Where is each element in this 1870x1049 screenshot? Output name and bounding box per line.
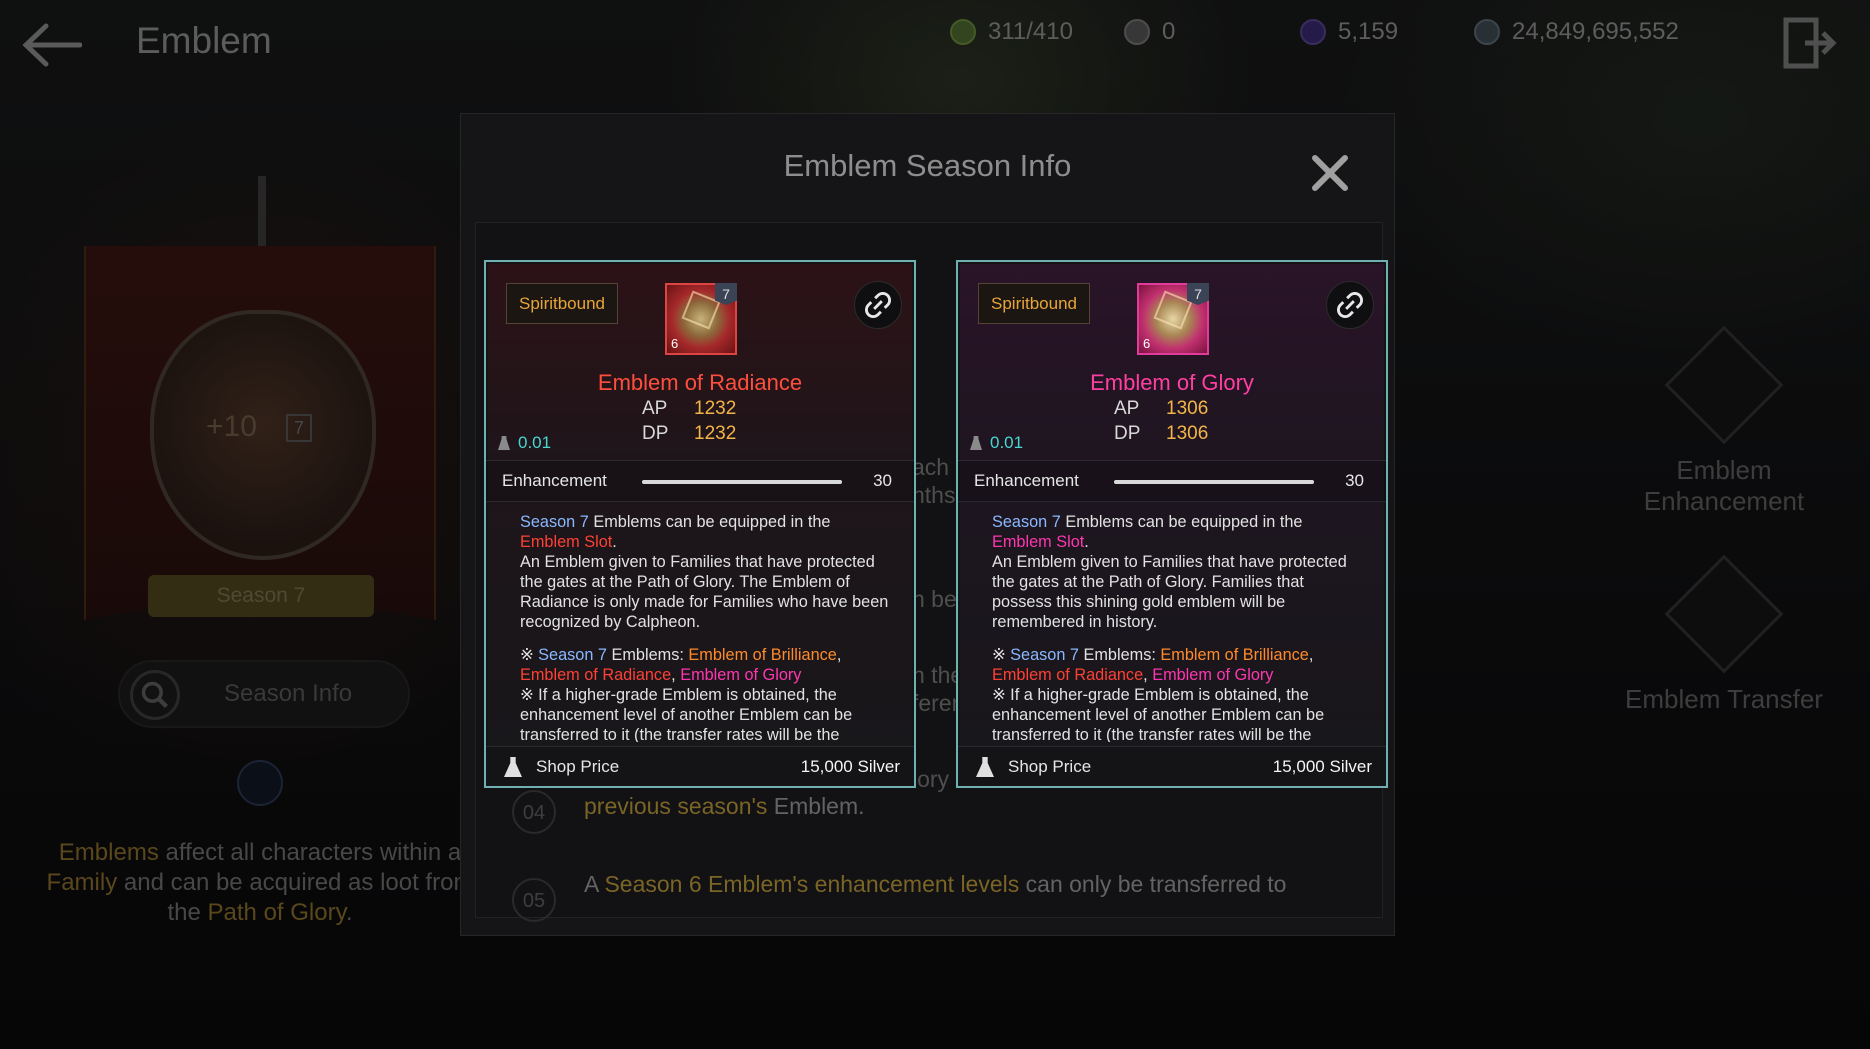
- enhancement-bar: [1114, 480, 1314, 484]
- emblem-description[interactable]: Season 7 Emblems can be equipped in the …: [992, 512, 1364, 742]
- desc-text: ,: [1308, 646, 1314, 664]
- dp-label: DP: [1114, 423, 1141, 444]
- desc-note: ※ If a higher-grade Emblem is obtained, …: [520, 686, 853, 742]
- note-mark: ※: [992, 646, 1011, 664]
- enhancement-fill: [1114, 480, 1314, 484]
- emblem-glory-link: Emblem of Glory: [1152, 666, 1274, 684]
- enhancement-label: Enhancement: [974, 471, 1079, 490]
- lock-level: 6: [671, 336, 679, 351]
- emblem-radiance-icon[interactable]: 7 6: [665, 283, 737, 355]
- dp-stat: DP 1306: [1114, 423, 1208, 445]
- desc-text: .: [1084, 533, 1089, 551]
- note-text: can only be transferred to: [1019, 871, 1287, 897]
- note-highlight: Season 6 Emblem's enhancement levels: [604, 871, 1020, 897]
- desc-season: Season 7: [520, 513, 589, 531]
- enhancement-bar: [642, 480, 842, 484]
- desc-text: ,: [671, 666, 681, 684]
- modal-title: Emblem Season Info: [783, 148, 1072, 183]
- desc-text: .: [612, 533, 617, 551]
- desc-season: Season 7: [992, 513, 1061, 531]
- enhancement-row: Enhancement 30: [958, 460, 1386, 502]
- shop-value: 15,000 Silver: [800, 757, 900, 776]
- ap-label: AP: [642, 398, 668, 419]
- emblem-brilliance-link: Emblem of Brilliance: [688, 646, 837, 664]
- weight: 0.01: [970, 433, 1023, 453]
- weight-value: 0.01: [990, 433, 1024, 452]
- desc-text: Emblems can be equipped in the: [1060, 513, 1303, 531]
- desc-text: Emblems:: [606, 646, 689, 664]
- desc-lore: An Emblem given to Families that have pr…: [520, 553, 889, 631]
- emblem-card-glory[interactable]: Spiritbound 7 6 Emblem of Glory AP 1306 D…: [956, 260, 1388, 788]
- background-note-fragment: n be: [912, 586, 957, 612]
- enhancement-fill: [642, 480, 842, 484]
- close-icon[interactable]: [1307, 150, 1353, 196]
- ap-value: 1232: [694, 398, 737, 419]
- desc-slot: Emblem Slot: [520, 533, 613, 551]
- dp-stat: DP 1232: [642, 423, 736, 445]
- dp-value: 1306: [1166, 423, 1209, 444]
- money-bag-icon: [976, 757, 994, 777]
- emblem-description[interactable]: Season 7 Emblems can be equipped in the …: [520, 512, 892, 742]
- desc-season: Season 7: [1010, 646, 1079, 664]
- emblem-star-icon: [681, 290, 721, 330]
- ap-value: 1306: [1166, 398, 1209, 419]
- link-icon[interactable]: [1326, 281, 1374, 329]
- enhancement-row: Enhancement 30: [486, 460, 914, 502]
- weight-icon: [498, 436, 510, 450]
- emblem-star-icon: [1153, 290, 1193, 330]
- shop-label: Shop Price: [536, 757, 620, 776]
- enhancement-value: 30: [1345, 471, 1364, 490]
- background-note-fragment: nths: [912, 482, 956, 508]
- note-highlight: previous season's: [584, 793, 768, 819]
- desc-text: ,: [1143, 666, 1153, 684]
- note-number: 05: [512, 878, 556, 922]
- desc-text: Emblems can be equipped in the: [588, 513, 831, 531]
- desc-season: Season 7: [538, 646, 607, 664]
- desc-slot: Emblem Slot: [992, 533, 1085, 551]
- grade-badge: 7: [715, 283, 737, 305]
- note-text: Emblem.: [767, 793, 865, 819]
- desc-text: Emblems:: [1078, 646, 1161, 664]
- emblem-radiance-link: Emblem of Radiance: [520, 666, 672, 684]
- shop-price-row: Shop Price 15,000 Silver: [958, 746, 1386, 786]
- desc-lore: An Emblem given to Families that have pr…: [992, 553, 1347, 631]
- shop-value: 15,000 Silver: [1272, 757, 1372, 776]
- note-05: A Season 6 Emblem's enhancement levels c…: [584, 871, 1286, 898]
- background-note-fragment: lory: [912, 766, 950, 792]
- emblem-name: Emblem of Radiance: [597, 370, 803, 395]
- weight-value: 0.01: [518, 433, 552, 452]
- lock-icon: 6: [1143, 336, 1150, 351]
- emblem-brilliance-link: Emblem of Brilliance: [1160, 646, 1309, 664]
- ap-stat: AP 1306: [1114, 398, 1208, 420]
- weight: 0.01: [498, 433, 551, 453]
- enhancement-value: 30: [873, 471, 892, 490]
- emblem-card-radiance[interactable]: Spiritbound 7 6 Emblem of Radiance AP 123…: [484, 260, 916, 788]
- emblem-glory-link: Emblem of Glory: [680, 666, 802, 684]
- ap-stat: AP 1232: [642, 398, 736, 420]
- emblem-name: Emblem of Glory: [1090, 370, 1254, 395]
- ap-label: AP: [1114, 398, 1140, 419]
- link-icon[interactable]: [854, 281, 902, 329]
- shop-price-row: Shop Price 15,000 Silver: [486, 746, 914, 786]
- money-bag-icon: [504, 757, 522, 777]
- emblem-glory-icon[interactable]: 7 6: [1137, 283, 1209, 355]
- lock-level: 6: [1143, 336, 1151, 351]
- dp-value: 1232: [694, 423, 737, 444]
- background-note-fragment: ach: [912, 454, 950, 480]
- desc-note: ※ If a higher-grade Emblem is obtained, …: [992, 686, 1325, 742]
- desc-text: ,: [836, 646, 842, 664]
- dp-label: DP: [642, 423, 669, 444]
- note-mark: ※: [520, 646, 539, 664]
- emblem-radiance-link: Emblem of Radiance: [992, 666, 1144, 684]
- grade-badge: 7: [1187, 283, 1209, 305]
- bind-type-badge: Spiritbound: [978, 283, 1091, 324]
- enhancement-label: Enhancement: [502, 471, 607, 490]
- note-number: 04: [512, 790, 556, 834]
- note-04: previous season's Emblem.: [584, 793, 865, 820]
- lock-icon: 6: [671, 336, 678, 351]
- weight-icon: [970, 436, 982, 450]
- shop-label: Shop Price: [1008, 757, 1092, 776]
- bind-type-badge: Spiritbound: [506, 283, 619, 324]
- note-text: A: [584, 871, 605, 897]
